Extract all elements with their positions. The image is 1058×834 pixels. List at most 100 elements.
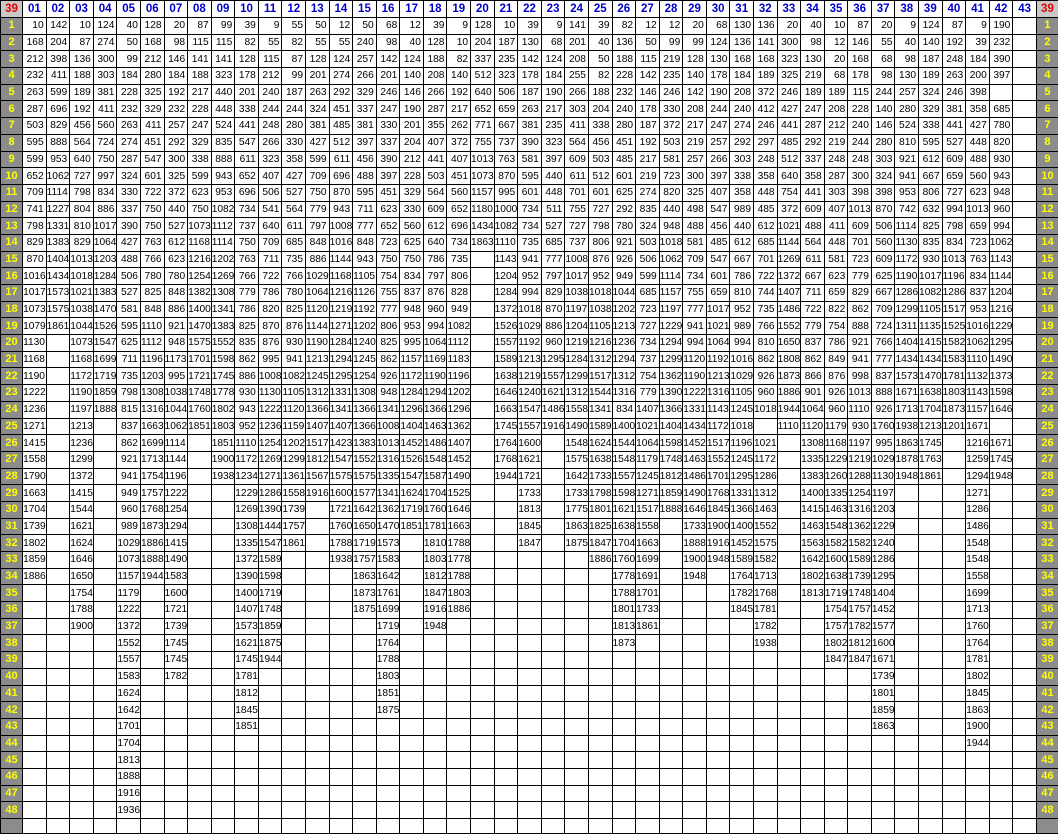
table-cell: 1196 xyxy=(164,468,188,485)
table-cell: 754 xyxy=(824,318,848,335)
table-cell xyxy=(636,702,660,719)
table-cell xyxy=(93,652,117,669)
table-cell: 835 xyxy=(211,134,235,151)
table-cell xyxy=(919,752,943,769)
table-cell xyxy=(565,768,589,785)
table-cell xyxy=(636,785,660,802)
table-cell: 1650 xyxy=(70,568,94,585)
table-cell xyxy=(188,618,212,635)
table-cell xyxy=(400,535,424,552)
row-number: 33 xyxy=(1036,552,1058,569)
table-cell: 440 xyxy=(541,168,565,185)
table-cell: 1197 xyxy=(565,301,589,318)
table-cell: 1699 xyxy=(376,602,400,619)
table-cell: 325 xyxy=(777,68,801,85)
table-cell xyxy=(1013,34,1037,51)
table-cell xyxy=(565,685,589,702)
table-cell: 1548 xyxy=(565,435,589,452)
table-cell: 888 xyxy=(211,151,235,168)
table-cell: 12 xyxy=(659,18,683,35)
table-cell: 337 xyxy=(353,101,377,118)
table-cell: 141 xyxy=(753,34,777,51)
table-row: 3617881222172114071748187516991916188618… xyxy=(1,602,1058,619)
table-cell xyxy=(565,819,589,834)
row-number: 14 xyxy=(1,234,23,251)
table-cell xyxy=(706,752,730,769)
table-cell: 189 xyxy=(824,84,848,101)
table-cell: 1557 xyxy=(541,368,565,385)
table-cell: 204 xyxy=(588,101,612,118)
table-cell xyxy=(895,585,919,602)
row-number: 42 xyxy=(1036,702,1058,719)
table-cell: 837 xyxy=(400,285,424,302)
table-cell: 1663 xyxy=(447,518,471,535)
table-cell xyxy=(188,768,212,785)
table-cell xyxy=(23,685,47,702)
table-cell: 98 xyxy=(895,51,919,68)
table-cell: 188 xyxy=(588,84,612,101)
table-cell: 1105 xyxy=(730,385,754,402)
table-cell: 274 xyxy=(117,134,141,151)
table-cell xyxy=(777,585,801,602)
table-cell: 1316 xyxy=(376,451,400,468)
table-cell xyxy=(353,785,377,802)
table-cell xyxy=(588,702,612,719)
table-cell: 1803 xyxy=(942,385,966,402)
table-cell: 560 xyxy=(966,168,990,185)
table-cell: 1288 xyxy=(848,468,872,485)
table-cell: 201 xyxy=(376,68,400,85)
table-cell xyxy=(848,752,872,769)
table-cell xyxy=(400,602,424,619)
table-cell: 257 xyxy=(895,84,919,101)
table-cell: 303 xyxy=(93,68,117,85)
table-cell: 581 xyxy=(659,151,683,168)
table-cell xyxy=(518,752,542,769)
table-cell xyxy=(423,635,447,652)
table-cell: 780 xyxy=(164,268,188,285)
table-cell xyxy=(447,668,471,685)
table-cell: 825 xyxy=(282,301,306,318)
table-cell: 398 xyxy=(46,51,70,68)
table-cell xyxy=(989,768,1013,785)
table-cell xyxy=(353,735,377,752)
table-cell xyxy=(895,602,919,619)
table-cell: 1259 xyxy=(966,451,990,468)
table-cell xyxy=(400,635,424,652)
table-cell xyxy=(211,618,235,635)
table-cell: 1754 xyxy=(70,585,94,602)
table-cell: 1240 xyxy=(353,335,377,352)
table-cell: 20 xyxy=(824,51,848,68)
table-cell: 441 xyxy=(942,118,966,135)
table-cell: 599 xyxy=(23,151,47,168)
table-cell: 1575 xyxy=(46,301,70,318)
table-cell xyxy=(211,702,235,719)
table-cell: 1044 xyxy=(70,318,94,335)
row-number: 20 xyxy=(1,335,23,352)
table-cell xyxy=(753,418,777,435)
table-cell: 581 xyxy=(518,151,542,168)
table-cell: 1886 xyxy=(447,602,471,619)
table-cell: 1851 xyxy=(400,518,424,535)
table-row: 3915571745174519441788184718471671178139 xyxy=(1,652,1058,669)
table-cell xyxy=(518,819,542,834)
table-cell: 381 xyxy=(93,84,117,101)
table-cell: 488 xyxy=(683,218,707,235)
table-cell xyxy=(400,668,424,685)
table-cell: 280 xyxy=(140,68,164,85)
table-cell: 503 xyxy=(423,168,447,185)
table-cell: 1366 xyxy=(659,401,683,418)
table-cell: 825 xyxy=(919,218,943,235)
table-cell xyxy=(258,685,282,702)
table-cell: 1204 xyxy=(565,318,589,335)
table-cell: 330 xyxy=(117,184,141,201)
table-cell xyxy=(730,635,754,652)
table-cell xyxy=(1013,301,1037,318)
table-cell: 1486 xyxy=(423,435,447,452)
table-cell: 667 xyxy=(730,251,754,268)
table-cell: 142 xyxy=(683,84,707,101)
table-cell xyxy=(46,785,70,802)
table-cell: 709 xyxy=(306,168,330,185)
table-cell: 1144 xyxy=(329,251,353,268)
table-cell xyxy=(447,685,471,702)
table-cell xyxy=(683,819,707,834)
